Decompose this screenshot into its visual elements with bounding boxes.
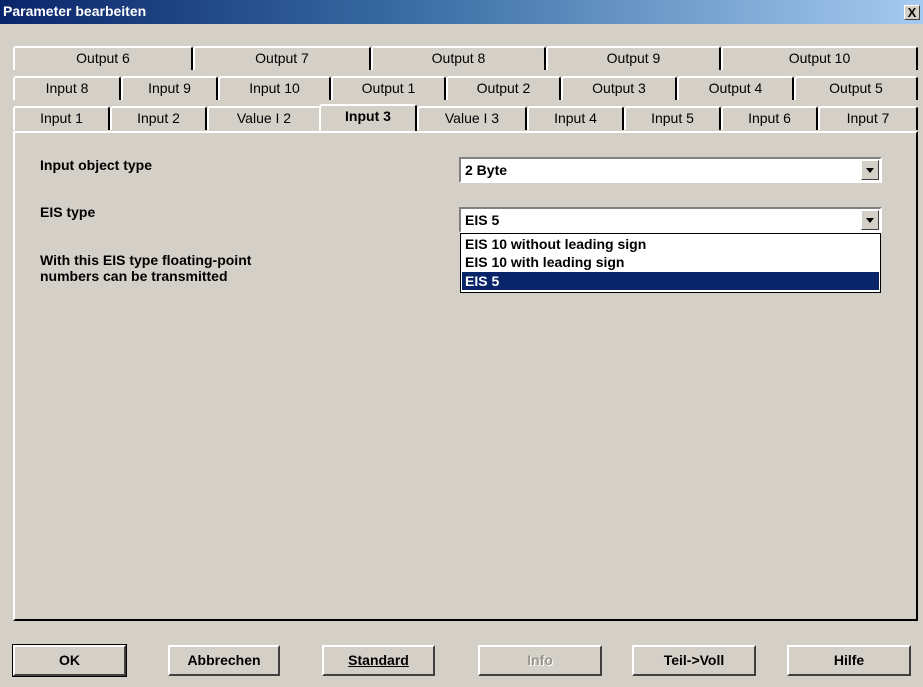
chevron-down-icon[interactable]: [861, 210, 879, 230]
teil-voll-button[interactable]: Teil->Voll: [632, 645, 756, 676]
tab-output-7[interactable]: Output 7: [193, 46, 371, 70]
tab-output-1[interactable]: Output 1: [331, 76, 446, 100]
standard-button[interactable]: Standard: [322, 645, 435, 676]
eis-description-line-1: With this EIS type floating-point: [40, 252, 252, 268]
input-object-type-value: 2 Byte: [465, 162, 508, 178]
info-button[interactable]: Info: [478, 645, 602, 676]
tab-input-10[interactable]: Input 10: [218, 76, 331, 100]
tab-output-8[interactable]: Output 8: [371, 46, 546, 70]
eis-type-value: EIS 5: [465, 212, 500, 228]
close-icon: X: [907, 5, 917, 20]
eis-option-10-without-sign[interactable]: EIS 10 without leading sign: [462, 235, 879, 253]
tab-output-10[interactable]: Output 10: [721, 46, 918, 70]
input-object-type-select[interactable]: 2 Byte: [459, 157, 882, 183]
chevron-down-icon[interactable]: [861, 160, 879, 180]
ok-button[interactable]: OK: [12, 644, 127, 677]
tab-value-i-3[interactable]: Value I 3: [417, 106, 527, 130]
tab-output-4[interactable]: Output 4: [677, 76, 794, 100]
tab-content-panel: [13, 131, 918, 621]
tab-input-5[interactable]: Input 5: [624, 106, 721, 130]
tab-input-9[interactable]: Input 9: [121, 76, 218, 100]
tab-input-6[interactable]: Input 6: [721, 106, 818, 130]
eis-type-label: EIS type: [40, 204, 96, 220]
tab-input-4[interactable]: Input 4: [527, 106, 624, 130]
eis-option-10-with-sign[interactable]: EIS 10 with leading sign: [462, 253, 879, 271]
tab-input-8[interactable]: Input 8: [13, 76, 121, 100]
tab-input-2[interactable]: Input 2: [110, 106, 207, 130]
help-button[interactable]: Hilfe: [787, 645, 911, 676]
close-button[interactable]: X: [904, 5, 920, 20]
tab-value-i-2[interactable]: Value I 2: [207, 106, 321, 130]
tab-input-7[interactable]: Input 7: [818, 106, 918, 130]
title-bar: Parameter bearbeiten X: [0, 0, 923, 24]
tab-output-6[interactable]: Output 6: [13, 46, 193, 70]
tab-output-5[interactable]: Output 5: [794, 76, 918, 100]
eis-type-dropdown-list: EIS 10 without leading sign EIS 10 with …: [460, 233, 881, 293]
eis-description-line-2: numbers can be transmitted: [40, 268, 228, 284]
eis-option-5[interactable]: EIS 5: [462, 272, 879, 290]
tab-output-9[interactable]: Output 9: [546, 46, 721, 70]
tab-input-1[interactable]: Input 1: [13, 106, 110, 130]
window-title: Parameter bearbeiten: [3, 3, 147, 19]
tab-output-2[interactable]: Output 2: [446, 76, 561, 100]
tab-input-3[interactable]: Input 3: [319, 104, 417, 131]
cancel-button[interactable]: Abbrechen: [168, 645, 280, 676]
input-object-type-label: Input object type: [40, 157, 152, 173]
eis-type-select[interactable]: EIS 5: [459, 207, 882, 233]
tab-output-3[interactable]: Output 3: [561, 76, 677, 100]
